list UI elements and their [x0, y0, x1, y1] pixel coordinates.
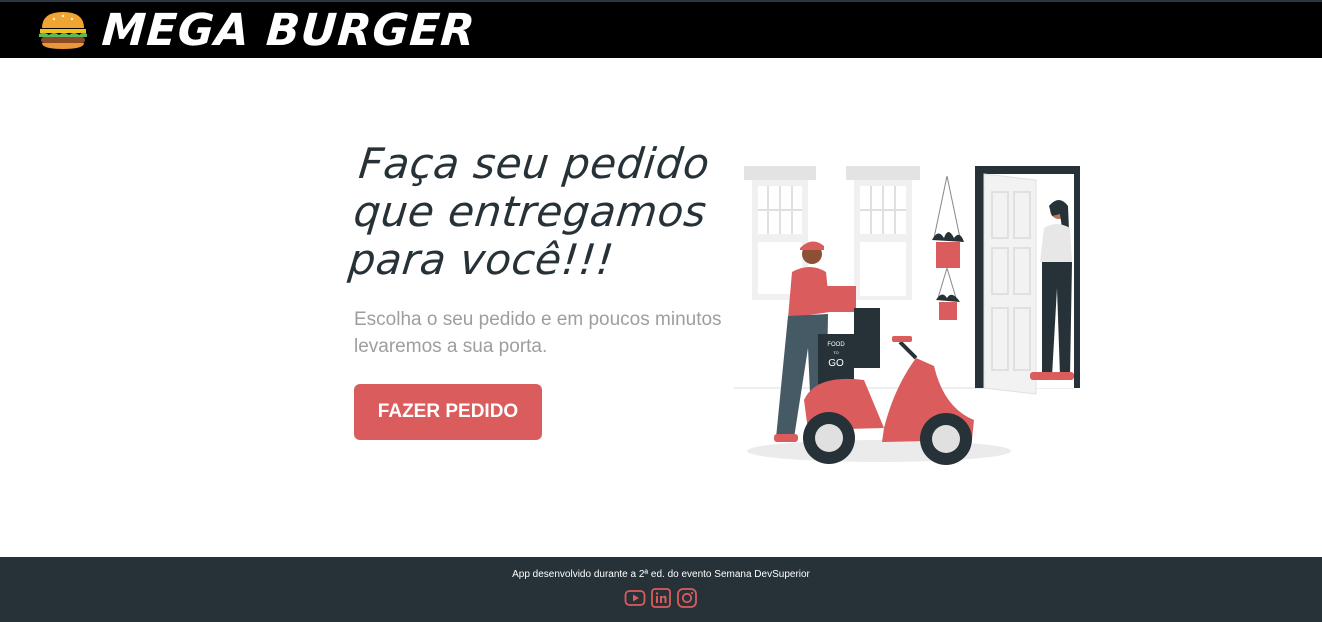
home-title-line: Faça seu pedido	[356, 139, 713, 188]
navbar: MEGA BURGER	[0, 0, 1322, 58]
home-actions: Faça seu pedido que entregamos para você…	[346, 139, 734, 440]
food-box-text: TO	[833, 350, 838, 355]
home-subtitle: Escolha o seu pedido e em poucos minutos…	[354, 306, 734, 360]
footer-text: App desenvolvido durante a 2ª ed. do eve…	[512, 569, 810, 580]
food-box-text: GO	[828, 358, 844, 369]
home-section: Faça seu pedido que entregamos para você…	[0, 58, 1322, 557]
linkedin-link[interactable]	[650, 587, 672, 609]
youtube-link[interactable]	[624, 587, 646, 609]
app-title: MEGA BURGER	[100, 4, 478, 56]
logo-link[interactable]: MEGA BURGER	[36, 4, 478, 56]
burger-icon	[39, 12, 87, 49]
home-title-line: que entregamos	[351, 187, 710, 236]
linkedin-icon	[651, 588, 671, 608]
food-box-text: FOOD	[827, 342, 845, 348]
home-title-line: para você!!!	[346, 235, 617, 284]
order-button[interactable]: FAZER PEDIDO	[354, 384, 542, 440]
instagram-icon	[677, 588, 697, 608]
home-subtitle-line: Escolha o seu pedido e em poucos minutos	[354, 309, 722, 330]
youtube-icon	[624, 590, 646, 606]
footer: App desenvolvido durante a 2ª ed. do eve…	[0, 557, 1322, 622]
home-subtitle-line: levaremos a sua porta.	[354, 336, 548, 357]
delivery-illustration: FOOD TO GO	[734, 166, 1080, 465]
instagram-link[interactable]	[676, 587, 698, 609]
social-links	[0, 587, 1322, 609]
home-title: Faça seu pedido que entregamos para você…	[346, 139, 741, 284]
